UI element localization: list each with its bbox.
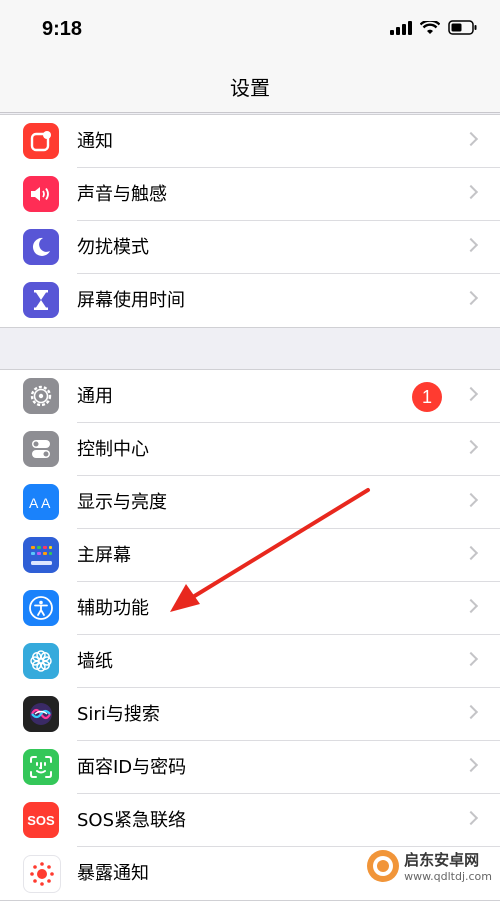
sos-icon: SOS (23, 802, 59, 838)
settings-group-2: 通用 1 控制中心 AA 显示与亮度 主屏幕 辅助功能 墙纸 Siri与搜索 面… (0, 369, 500, 901)
row-label: 面容ID与密码 (77, 757, 187, 778)
exposure-icon (23, 855, 61, 893)
settings-row-sounds[interactable]: 声音与触感 (0, 168, 500, 221)
watermark-logo-icon (367, 850, 400, 882)
cellular-signal-icon (390, 20, 412, 39)
sos-icon-text: SOS (27, 812, 55, 828)
navigation-bar: 设置 (0, 60, 500, 113)
toggles-icon (23, 431, 59, 467)
moon-icon (23, 229, 59, 265)
row-label: 通知 (77, 131, 113, 152)
row-label: 墙纸 (77, 651, 113, 672)
settings-group-1: 通知 声音与触感 勿扰模式 屏幕使用时间 (0, 114, 500, 328)
chevron-right-icon (463, 386, 479, 402)
settings-row-general[interactable]: 通用 1 (0, 370, 500, 423)
chevron-right-icon (463, 290, 479, 306)
settings-row-face-id[interactable]: 面容ID与密码 (0, 741, 500, 794)
flower-icon (23, 643, 59, 679)
status-time: 9:18 (42, 18, 83, 40)
settings-row-control-center[interactable]: 控制中心 (0, 423, 500, 476)
status-bar: 9:18 (0, 0, 500, 60)
row-label: 主屏幕 (77, 545, 131, 566)
watermark: 启东安卓网 www.qdltdj.com (366, 849, 492, 883)
settings-row-notifications[interactable]: 通知 (0, 115, 500, 168)
page-title: 设置 (230, 76, 270, 100)
chevron-right-icon (463, 237, 479, 253)
row-label: 声音与触感 (77, 184, 167, 205)
notification-icon (23, 123, 59, 159)
settings-row-display[interactable]: AA 显示与亮度 (0, 476, 500, 529)
settings-row-sos[interactable]: SOS SOS紧急联络 (0, 794, 500, 847)
chevron-right-icon (463, 598, 479, 614)
chevron-right-icon (463, 704, 479, 720)
settings-row-screen-time[interactable]: 屏幕使用时间 (0, 274, 500, 327)
chevron-right-icon (463, 810, 479, 826)
row-label: 控制中心 (77, 439, 149, 460)
row-label: 暴露通知 (77, 863, 149, 884)
chevron-right-icon (463, 651, 479, 667)
chevron-right-icon (463, 545, 479, 561)
watermark-url: www.qdltdj.com (404, 870, 492, 883)
face-id-icon (23, 749, 59, 785)
settings-row-do-not-disturb[interactable]: 勿扰模式 (0, 221, 500, 274)
row-label: 勿扰模式 (77, 237, 149, 258)
settings-row-siri[interactable]: Siri与搜索 (0, 688, 500, 741)
row-label: 屏幕使用时间 (77, 290, 185, 311)
row-label: Siri与搜索 (77, 704, 160, 725)
home-grid-icon (23, 537, 59, 573)
row-label: 通用 (77, 386, 113, 407)
gear-icon (23, 378, 59, 414)
chevron-right-icon (463, 439, 479, 455)
status-icons (390, 19, 478, 39)
chevron-right-icon (463, 184, 479, 200)
battery-icon (448, 20, 478, 39)
settings-row-home-screen[interactable]: 主屏幕 (0, 529, 500, 582)
accessibility-icon (23, 590, 59, 626)
settings-row-wallpaper[interactable]: 墙纸 (0, 635, 500, 688)
chevron-right-icon (463, 757, 479, 773)
chevron-right-icon (463, 492, 479, 508)
watermark-text: 启东安卓网 (404, 851, 480, 869)
text-size-icon: AA (23, 484, 59, 520)
row-label: 辅助功能 (77, 598, 149, 619)
hourglass-icon (23, 282, 59, 318)
svg-text:A: A (41, 495, 51, 511)
svg-text:A: A (29, 495, 39, 511)
wifi-icon (419, 19, 441, 39)
siri-icon (23, 696, 59, 732)
update-badge: 1 (412, 382, 442, 412)
chevron-right-icon (463, 131, 479, 147)
row-label: SOS紧急联络 (77, 810, 187, 831)
settings-row-accessibility[interactable]: 辅助功能 (0, 582, 500, 635)
speaker-icon (23, 176, 59, 212)
row-label: 显示与亮度 (77, 492, 167, 513)
